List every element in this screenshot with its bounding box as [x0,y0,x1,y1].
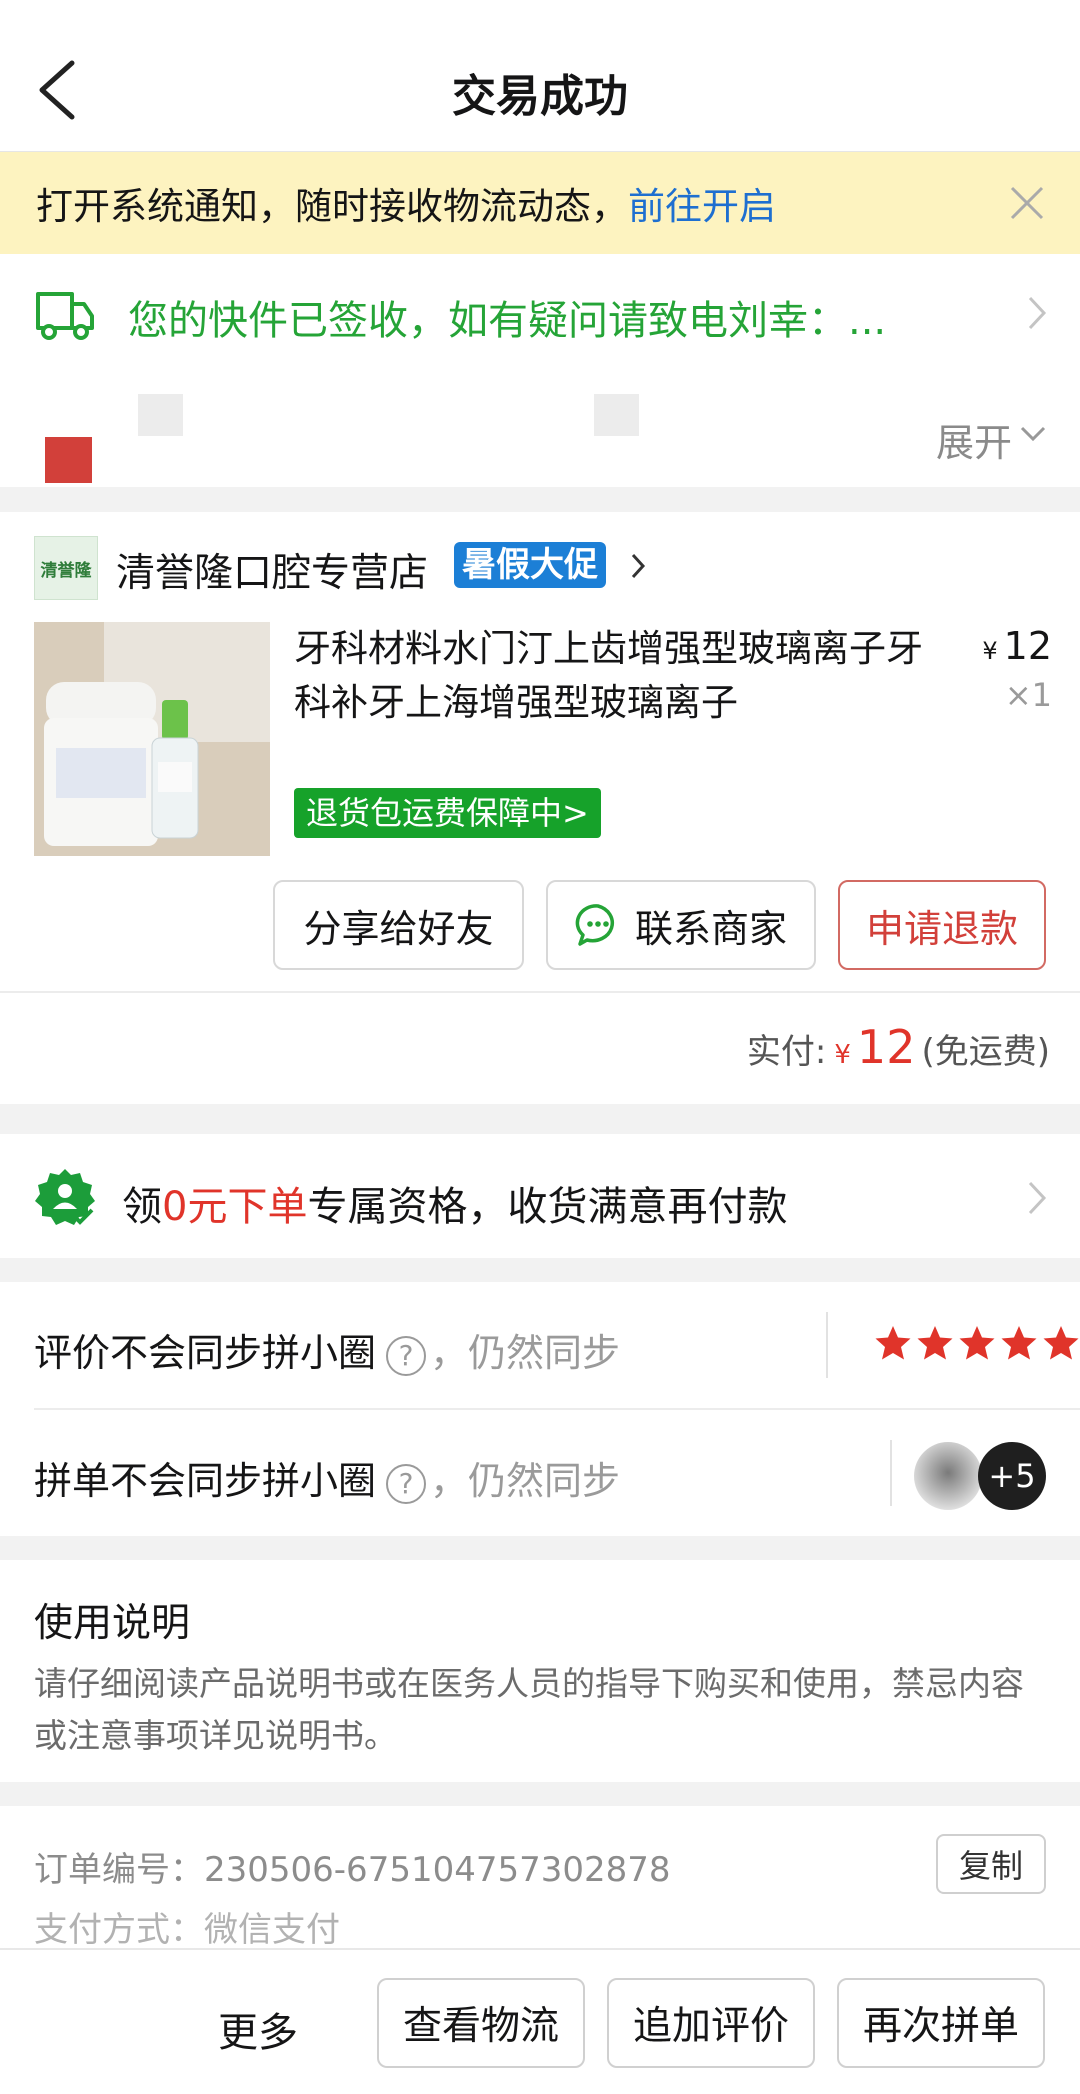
address-section: 展开 [0,372,1080,487]
promo-badge: 暑假大促 [454,542,606,588]
product-title[interactable]: 牙科材料水门汀上齿增强型玻璃离子牙科补牙上海增强型玻璃离子 [294,622,954,730]
paid-amount: 12 [856,1020,916,1074]
order-card: 清誉隆 清誉隆口腔专营店 暑假大促 牙科材料水门汀上齿增强型玻璃离子牙科补牙上海… [0,512,1080,1104]
chevron-right-icon [1028,1181,1047,1215]
star-icon[interactable] [1000,1324,1038,1362]
chat-icon [575,904,615,946]
divider [0,991,1080,993]
star-icon[interactable] [916,1324,954,1362]
divider [826,1312,828,1378]
star-icon[interactable] [958,1324,996,1362]
chevron-right-icon [1028,296,1047,330]
currency-symbol: ¥ [982,637,998,665]
contact-label: 联系商家 [634,906,787,951]
star-icon[interactable] [874,1324,912,1362]
top-bar: 交易成功 [0,0,1080,152]
notification-text: 打开系统通知，随时接收物流动态， [36,185,628,228]
truck-icon [36,292,94,340]
usage-title: 使用说明 [34,1601,191,1646]
sync-anyway-text: ，仍然同步 [430,1331,621,1375]
redacted-block [138,394,183,436]
refund-button[interactable]: 申请退款 [838,880,1046,970]
product-image[interactable] [34,622,270,856]
sync-anyway-text: ，仍然同步 [430,1459,621,1503]
redacted-block [594,394,639,436]
contact-seller-button[interactable]: 联系商家 [546,880,816,970]
promo-highlight: 0元下单 [162,1184,308,1230]
expand-button[interactable]: 展开 [936,412,1012,467]
enable-notification-link[interactable]: 前往开启 [628,176,776,230]
product-price: ¥12 [982,624,1052,668]
payment-method: 支付方式：微信支付 [34,1910,340,1950]
chevron-right-icon [631,553,646,579]
store-name[interactable]: 清誉隆口腔专营店 [116,542,428,598]
store-logo[interactable]: 清誉隆 [34,536,98,600]
share-button[interactable]: 分享给好友 [273,880,524,970]
avatar [914,1442,982,1510]
copy-button[interactable]: 复制 [936,1834,1046,1894]
verified-user-icon [35,1169,95,1225]
review-sync-text: 评价不会同步拼小圈? ，仍然同步 [34,1322,620,1377]
group-sync-label: 拼单不会同步拼小圈 [34,1459,377,1503]
notification-banner: 打开系统通知，随时接收物流动态， 前往开启 [0,152,1080,254]
shipping-note: (免运费) [921,1032,1050,1072]
more-members-badge[interactable]: +5 [978,1442,1046,1510]
return-shipping-guarantee[interactable]: 退货包运费保障中> [294,788,601,838]
group-sync-row[interactable]: 拼单不会同步拼小圈? ，仍然同步 +5 [34,1410,1080,1538]
promo-text: 领0元下单专属资格，收货满意再付款 [122,1174,787,1232]
usage-instructions: 使用说明 请仔细阅读产品说明书或在医务人员的指导下购买和使用，禁忌内容或注意事项… [0,1560,1080,1782]
product-quantity: ×1 [1004,676,1052,714]
help-icon[interactable]: ? [386,1463,427,1504]
usage-body: 请仔细阅读产品说明书或在医务人员的指导下购买和使用，禁忌内容或注意事项详见说明书… [34,1664,1024,1755]
price-value: 12 [1003,624,1052,668]
order-info: 订单编号：230506-675104757302878 复制 支付方式：微信支付 [0,1806,1080,1950]
review-sync-row[interactable]: 评价不会同步拼小圈? ，仍然同步 [34,1282,1080,1410]
divider [890,1440,892,1506]
star-icon[interactable] [1042,1324,1080,1362]
zero-yuan-promo-row[interactable]: 领0元下单专属资格，收货满意再付款 [0,1134,1080,1258]
more-button[interactable]: 更多 [218,2000,298,2058]
share-label: 分享给好友 [303,906,494,951]
logistics-status-text: 您的快件已签收，如有疑问请致电刘幸：... [128,298,887,344]
order-number: 订单编号：230506-675104757302878 [34,1850,671,1890]
refund-label: 申请退款 [865,906,1018,951]
promo-suffix: 专属资格，收货满意再付款 [307,1184,788,1230]
group-sync-text: 拼单不会同步拼小圈? ，仍然同步 [34,1450,620,1505]
add-review-button[interactable]: 追加评价 [607,1978,815,2068]
chevron-down-icon[interactable] [1020,426,1046,442]
redacted-block [45,437,92,483]
paid-amount-row: 实付: ¥ 12 (免运费) [747,1020,1050,1074]
logistics-status-row[interactable]: 您的快件已签收，如有疑问请致电刘幸：... [0,254,1080,372]
close-icon[interactable] [1008,184,1046,222]
help-icon[interactable]: ? [386,1335,427,1376]
star-rating[interactable] [874,1324,1080,1362]
currency-symbol: ¥ [834,1040,851,1070]
view-logistics-button[interactable]: 查看物流 [377,1978,585,2068]
page-title: 交易成功 [452,71,628,122]
promo-prefix: 领 [122,1184,162,1230]
bottom-action-bar: 更多 查看物流 追加评价 再次拼单 [0,1948,1080,2094]
reorder-button[interactable]: 再次拼单 [837,1978,1045,2068]
review-sync-section: 评价不会同步拼小圈? ，仍然同步 拼单不会同步拼小圈? ，仍然同步 +5 [0,1282,1080,1536]
order-detail-page: 交易成功 打开系统通知，随时接收物流动态， 前往开启 您的快件已签收，如有疑问请… [0,0,1080,2094]
product-photo [34,622,270,856]
review-sync-label: 评价不会同步拼小圈 [34,1331,377,1375]
paid-label: 实付: [746,1032,827,1072]
